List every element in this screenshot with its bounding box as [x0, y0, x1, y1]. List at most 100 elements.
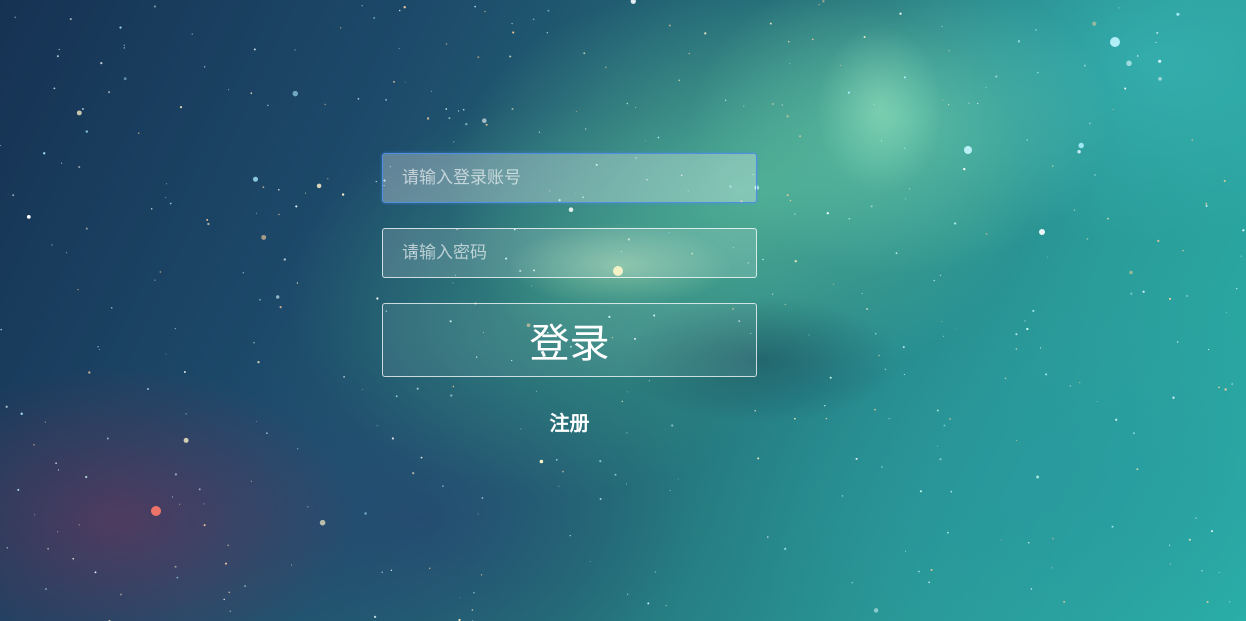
star — [1069, 385, 1071, 387]
star — [1158, 77, 1162, 81]
star — [919, 490, 922, 493]
star — [1026, 139, 1028, 141]
star — [462, 108, 465, 111]
star — [787, 40, 790, 43]
star — [72, 557, 74, 560]
star — [108, 91, 111, 94]
star — [362, 388, 364, 390]
star — [56, 531, 59, 533]
star — [482, 118, 487, 123]
star — [262, 186, 265, 189]
star — [1129, 270, 1133, 275]
star — [257, 360, 260, 364]
star — [276, 295, 280, 299]
star — [445, 108, 448, 110]
star — [767, 536, 769, 538]
bright-star — [964, 146, 972, 154]
star — [995, 75, 998, 78]
star — [1037, 71, 1039, 74]
star — [1169, 544, 1171, 546]
star — [442, 485, 444, 487]
star — [941, 25, 943, 28]
star — [942, 99, 944, 101]
star — [361, 5, 363, 7]
star — [78, 524, 80, 526]
star — [398, 9, 401, 12]
star — [881, 466, 883, 468]
star — [61, 162, 63, 164]
star — [207, 222, 210, 226]
star — [484, 10, 486, 13]
star — [385, 99, 387, 101]
star — [903, 373, 906, 376]
star — [191, 33, 193, 35]
star — [614, 473, 617, 476]
bright-star — [1039, 229, 1045, 235]
star — [936, 445, 939, 447]
star — [1083, 64, 1086, 67]
star — [1185, 294, 1189, 297]
register-link[interactable]: 注册 — [382, 407, 757, 436]
login-button[interactable]: 登录 — [382, 303, 757, 377]
star — [123, 44, 125, 46]
star — [481, 497, 484, 499]
star — [538, 131, 540, 133]
star — [1073, 209, 1076, 211]
star — [69, 18, 72, 21]
star — [292, 90, 299, 97]
star — [357, 97, 360, 100]
star — [562, 470, 564, 473]
star — [762, 258, 764, 261]
star — [171, 496, 173, 498]
star — [1035, 29, 1037, 31]
star — [403, 6, 406, 9]
star — [85, 227, 88, 230]
star — [256, 212, 258, 214]
star — [888, 417, 890, 420]
star — [903, 147, 906, 150]
star — [98, 349, 100, 350]
username-input[interactable] — [382, 153, 757, 203]
star — [1051, 165, 1054, 167]
star — [279, 306, 282, 309]
star — [453, 141, 455, 143]
star — [1157, 239, 1160, 243]
star — [839, 64, 841, 66]
star — [242, 272, 245, 274]
star — [20, 412, 23, 415]
star — [57, 469, 60, 471]
star — [307, 506, 309, 508]
star — [1026, 327, 1029, 331]
star — [85, 130, 88, 133]
star — [1115, 418, 1118, 421]
star — [459, 597, 461, 599]
star — [599, 460, 602, 463]
star — [1191, 139, 1193, 141]
star — [426, 117, 430, 120]
star — [278, 213, 280, 216]
star — [76, 110, 82, 116]
star — [808, 334, 810, 336]
star — [295, 205, 298, 208]
star — [120, 593, 122, 596]
star — [1078, 142, 1084, 149]
star — [376, 425, 378, 427]
star — [939, 274, 942, 277]
star — [829, 376, 832, 379]
star — [277, 188, 280, 191]
star — [1201, 569, 1203, 572]
star — [169, 202, 172, 205]
star — [261, 234, 267, 240]
star — [724, 99, 727, 102]
star — [119, 26, 122, 29]
star — [943, 424, 946, 427]
star — [1107, 217, 1109, 220]
star — [824, 405, 826, 407]
star — [546, 32, 548, 34]
star — [1028, 542, 1030, 544]
star — [480, 574, 483, 576]
star — [873, 103, 875, 105]
star — [420, 456, 423, 459]
star — [291, 564, 293, 566]
password-input[interactable] — [382, 228, 757, 278]
